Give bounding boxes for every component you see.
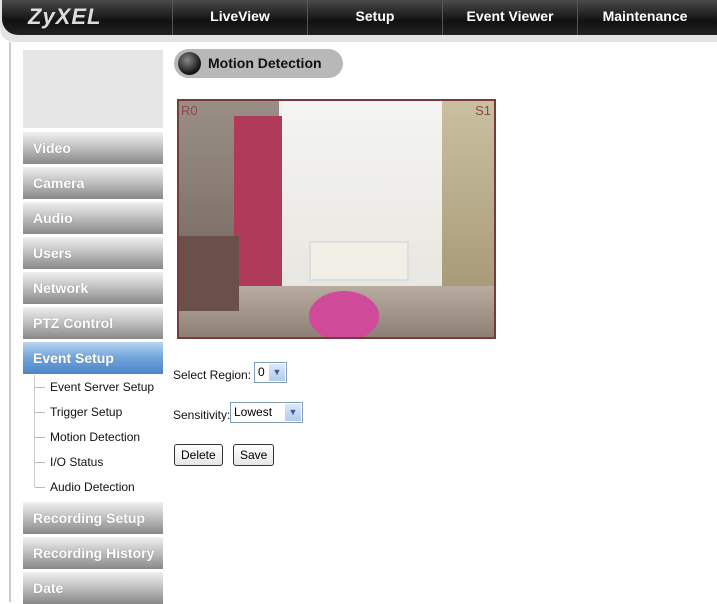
- tree-tick: [35, 462, 45, 463]
- sidebar-item-video[interactable]: Video: [23, 132, 163, 164]
- tree-line: [34, 375, 35, 487]
- sidebar-item-camera[interactable]: Camera: [23, 167, 163, 199]
- sidebar-item-date[interactable]: Date: [23, 572, 163, 604]
- nav-event-viewer[interactable]: Event Viewer: [442, 0, 577, 35]
- title-bullet-icon: [178, 52, 201, 75]
- sidebar-item-event-setup[interactable]: Event Setup: [23, 342, 163, 374]
- sidebar-item-recording-history[interactable]: Recording History: [23, 537, 163, 569]
- tree-tick: [35, 437, 45, 438]
- sensitivity-select[interactable]: Lowest ▼: [230, 402, 303, 423]
- select-region-label: Select Region:: [173, 368, 252, 382]
- subitem-audio-detection[interactable]: Audio Detection: [50, 480, 135, 494]
- save-button[interactable]: Save: [233, 444, 275, 466]
- nav-setup[interactable]: Setup: [307, 0, 442, 35]
- nav-liveview[interactable]: LiveView: [172, 0, 307, 35]
- camera-view[interactable]: R0 S1: [177, 99, 496, 339]
- sidebar-item-recording-setup[interactable]: Recording Setup: [23, 502, 163, 534]
- sidebar-item-network[interactable]: Network: [23, 272, 163, 304]
- chevron-down-icon: ▼: [269, 364, 285, 381]
- region-select[interactable]: 0 ▼: [254, 362, 287, 383]
- chair: [309, 291, 379, 337]
- sidebar-item-audio[interactable]: Audio: [23, 202, 163, 234]
- sidebar-item-ptz-control[interactable]: PTZ Control: [23, 307, 163, 339]
- curtain: [234, 116, 282, 306]
- tree-tick: [35, 387, 45, 388]
- subitem-io-status[interactable]: I/O Status: [50, 455, 103, 469]
- delete-button[interactable]: Delete: [174, 444, 223, 466]
- sidebar-header-box: [23, 50, 163, 128]
- bench: [309, 241, 409, 281]
- subitem-trigger-setup[interactable]: Trigger Setup: [50, 405, 122, 419]
- chevron-down-icon: ▼: [285, 404, 301, 421]
- subitem-motion-detection[interactable]: Motion Detection: [50, 430, 140, 444]
- tree-tick: [35, 487, 45, 488]
- sensitivity-value: Lowest: [234, 405, 273, 419]
- sidebar-item-users[interactable]: Users: [23, 237, 163, 269]
- tree-tick: [35, 412, 45, 413]
- subitem-event-server-setup[interactable]: Event Server Setup: [50, 380, 154, 394]
- region-value: 0: [258, 365, 265, 379]
- logo: ZyXEL: [28, 4, 102, 29]
- wall-right: [442, 101, 494, 291]
- sensitivity-label-text: Sensitivity:: [173, 408, 231, 422]
- sensitivity-label: S1: [475, 103, 491, 118]
- divider: [9, 42, 11, 602]
- top-nav: ZyXEL LiveView Setup Event Viewer Mainte…: [2, 0, 717, 35]
- sofa: [179, 236, 239, 311]
- nav-maintenance[interactable]: Maintenance: [577, 0, 712, 35]
- region-label: R0: [181, 103, 198, 118]
